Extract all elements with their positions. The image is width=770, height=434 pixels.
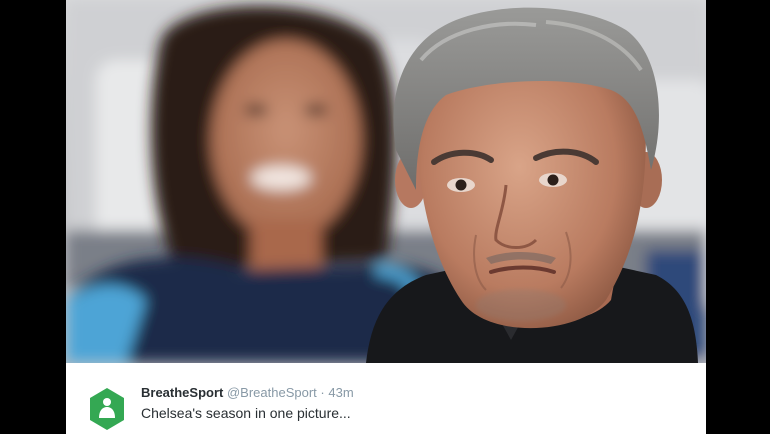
tweet-header: BreatheSport @BreatheSport · 43m xyxy=(141,385,696,401)
tweet-card: BreatheSport @BreatheSport · 43m Chelsea… xyxy=(66,363,706,434)
display-name[interactable]: BreatheSport xyxy=(141,385,223,400)
tweet-body: BreatheSport @BreatheSport · 43m Chelsea… xyxy=(141,385,696,422)
tweet-text: Chelsea's season in one picture... xyxy=(141,405,351,421)
breathesport-logo-icon[interactable] xyxy=(88,387,126,431)
media-viewer: BreatheSport @BreatheSport · 43m Chelsea… xyxy=(0,0,770,434)
photo-image xyxy=(66,0,706,363)
user-handle[interactable]: @BreatheSport xyxy=(227,385,317,400)
tweet-photo[interactable] xyxy=(66,0,706,363)
tweet-timestamp[interactable]: 43m xyxy=(328,385,353,400)
separator-dot: · xyxy=(320,385,325,400)
